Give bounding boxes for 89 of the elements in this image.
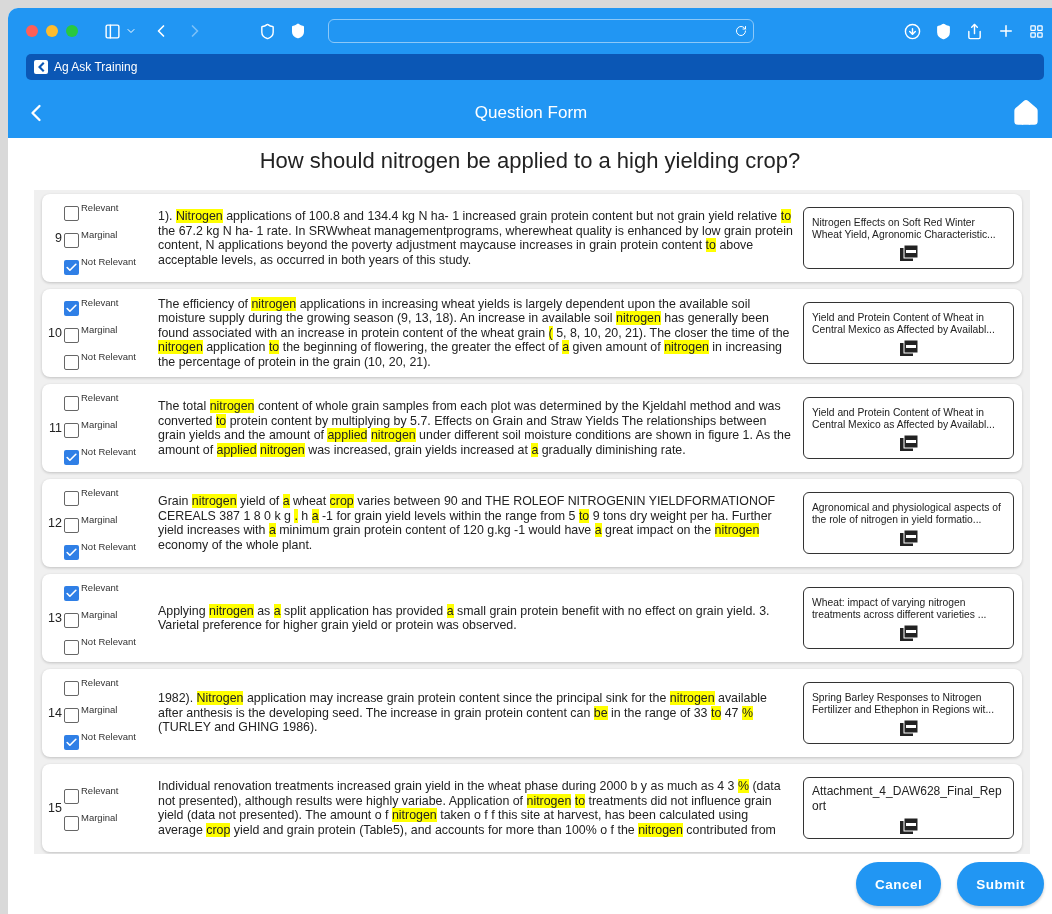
checkbox[interactable]: [64, 680, 79, 696]
source-card[interactable]: Wheat: impact of varying nitrogen treatments across different varieties ...: [803, 587, 1014, 649]
result-number: 9: [54, 231, 62, 245]
pdf-icon: [899, 625, 918, 641]
checkbox[interactable]: [64, 789, 79, 804]
browser-tab[interactable]: Ag Ask Training: [26, 54, 1044, 80]
tab-overview-icon[interactable]: [1029, 23, 1044, 39]
checkbox[interactable]: [64, 816, 79, 831]
checkbox[interactable]: [64, 517, 79, 533]
checkbox[interactable]: [64, 612, 79, 628]
checkbox-label: Relevant: [81, 676, 119, 688]
result-number: 11: [48, 421, 62, 435]
checkbox[interactable]: [64, 327, 79, 343]
source-title: Attachment_4_DAW628_Final_Report: [812, 784, 1003, 814]
checkbox[interactable]: [64, 544, 79, 560]
source-title: Nitrogen Effects on Soft Red Winter Wheat Yield, Agronomic Characteristic...: [812, 217, 997, 241]
pdf-icon: [899, 245, 918, 261]
result-number: 13: [47, 611, 62, 625]
checkbox-label: Relevant: [81, 785, 119, 796]
source-card[interactable]: Attachment_4_DAW628_Final_Report: [803, 777, 1014, 839]
checkbox[interactable]: [64, 449, 79, 465]
checkbox[interactable]: [64, 395, 79, 411]
passage-text: Grain nitrogen yield of a wheat crop varies between 90 and THE ROLEOF NITROGENIN YIELDFORMATIONOF CEREALS 387 1 8 0 k g . h a -1 for grain yield levels within the range from 5 to 9 tons dry weight per ha. Further yield increases with a minimum grain protein content of 120 g.kg -1 would have a great impact on the nitrogen economy of the whole plant.: [157, 494, 777, 552]
download-icon[interactable]: [904, 22, 921, 40]
question-title: How should nitrogen be applied to a high yielding crop?: [258, 147, 802, 175]
passage-text: Applying nitrogen as a split application has provided a small grain protein benefit with no effect on grain yield. 3. Varietal preference for higher grain yield or protein was observed.: [157, 603, 771, 633]
source-card[interactable]: Yield and Protein Content of Wheat in Central Mexico as Affected by Availabl...: [803, 397, 1014, 459]
pdf-icon: [899, 340, 918, 356]
result-number: 12: [47, 516, 62, 530]
share-icon[interactable]: [966, 22, 983, 40]
source-title: Yield and Protein Content of Wheat in Central Mexico as Affected by Availabl...: [812, 312, 996, 336]
passage-text: Individual renovation treatments increased grain yield in the wheat phase during 2000 b y as much as 4 3 % (data not presented), although results were highly variabe. Application of nitrogen to treatments did not influence grain yield (data not presented). The amount o f nitrogen taken o f f this site at harvest, has been calculated using average crop yield and grain protein (Table5), and accounts for more than 100% o f the nitrogen contributed from: [157, 779, 782, 837]
passage-text: 1982). Nitrogen application may increase grain protein content since the principal sink for the nitrogen available after anthesis is the developing seed. The increase in grain protein content can be in the range of 33 to 47 % (TURLEY and GHING 1986).: [157, 691, 768, 735]
reload-icon[interactable]: [735, 25, 747, 37]
tab-title: Ag Ask Training: [54, 60, 138, 74]
checkbox[interactable]: [64, 300, 79, 316]
result-number: 14: [47, 706, 62, 720]
checkbox-label: Not Relevant: [81, 540, 136, 552]
home-icon[interactable]: [1012, 99, 1040, 127]
pdf-icon: [899, 720, 918, 736]
checkbox-label: Marginal: [81, 608, 118, 620]
shield-icon[interactable]: [259, 22, 276, 40]
checkbox-label: Relevant: [81, 296, 119, 308]
source-card[interactable]: Spring Barley Responses to Nitrogen Fertilizer and Ethephon in Regions wit...: [803, 682, 1014, 744]
checkbox[interactable]: [64, 734, 79, 750]
address-field[interactable]: [328, 19, 754, 43]
checkbox[interactable]: [64, 205, 79, 221]
checkbox[interactable]: [64, 707, 79, 723]
pdf-icon: [899, 530, 918, 546]
shield-icon[interactable]: [935, 22, 952, 40]
checkbox[interactable]: [64, 639, 79, 655]
checkbox-label: Relevant: [81, 486, 119, 498]
result-number: 15: [47, 801, 62, 815]
checkbox-label: Relevant: [81, 201, 119, 213]
checkbox-label: Marginal: [81, 323, 118, 335]
pdf-icon: [899, 435, 918, 451]
source-title: Yield and Protein Content of Wheat in Central Mexico as Affected by Availabl...: [812, 407, 996, 431]
checkbox[interactable]: [64, 354, 79, 370]
source-card[interactable]: Agronomical and physiological aspects of the role of nitrogen in yield formatio...: [803, 492, 1014, 554]
checkbox-label: Not Relevant: [81, 635, 136, 647]
source-title: Spring Barley Responses to Nitrogen Fertilizer and Ethephon in Regions wit...: [812, 692, 995, 716]
checkbox-label: Relevant: [81, 391, 119, 403]
result-number: 10: [47, 326, 62, 340]
checkbox-label: Marginal: [81, 228, 118, 240]
passage-text: The efficiency of nitrogen applications in increasing wheat yields is largely dependent upon the available soil moisture supply during the growing season (9, 13, 18). An increase in available soil nitrogen has generally been found associated with an increase in protein content of the wheat grain ( 5, 8, 10, 20, 21). The closer the time of the nitrogen application to the beginning of flowering, the greater the effect of a given amount of nitrogen in increasing the percentage of protein in the grain (10, 20, 21).: [157, 296, 791, 370]
checkbox-label: Marginal: [81, 418, 118, 430]
checkbox-label: Marginal: [81, 812, 118, 823]
shield-icon[interactable]: [290, 23, 306, 39]
app-bar-title: Question Form: [474, 103, 588, 123]
checkbox[interactable]: [64, 490, 79, 506]
new-tab-icon[interactable]: [997, 22, 1015, 40]
checkbox[interactable]: [64, 422, 79, 438]
source-title: Wheat: impact of varying nitrogen treatments across different varieties ...: [812, 597, 988, 621]
checkbox-label: Relevant: [81, 581, 119, 593]
checkbox-label: Not Relevant: [81, 730, 136, 742]
checkbox[interactable]: [64, 232, 79, 248]
checkbox-label: Marginal: [81, 703, 118, 715]
checkbox[interactable]: [64, 585, 79, 601]
sidebar-icon[interactable]: [104, 22, 121, 40]
source-title: Agronomical and physiological aspects of the role of nitrogen in yield formatio...: [812, 502, 1002, 526]
app-icon: [34, 60, 48, 74]
checkbox[interactable]: [64, 259, 79, 275]
checkbox-label: Marginal: [81, 513, 118, 525]
source-card[interactable]: Nitrogen Effects on Soft Red Winter Wheat Yield, Agronomic Characteristic...: [803, 207, 1014, 269]
source-card[interactable]: Yield and Protein Content of Wheat in Central Mexico as Affected by Availabl...: [803, 302, 1014, 364]
pdf-icon: [899, 818, 918, 834]
checkbox-label: Not Relevant: [81, 255, 136, 267]
checkbox-label: Not Relevant: [81, 445, 136, 457]
checkbox-label: Not Relevant: [81, 350, 136, 362]
